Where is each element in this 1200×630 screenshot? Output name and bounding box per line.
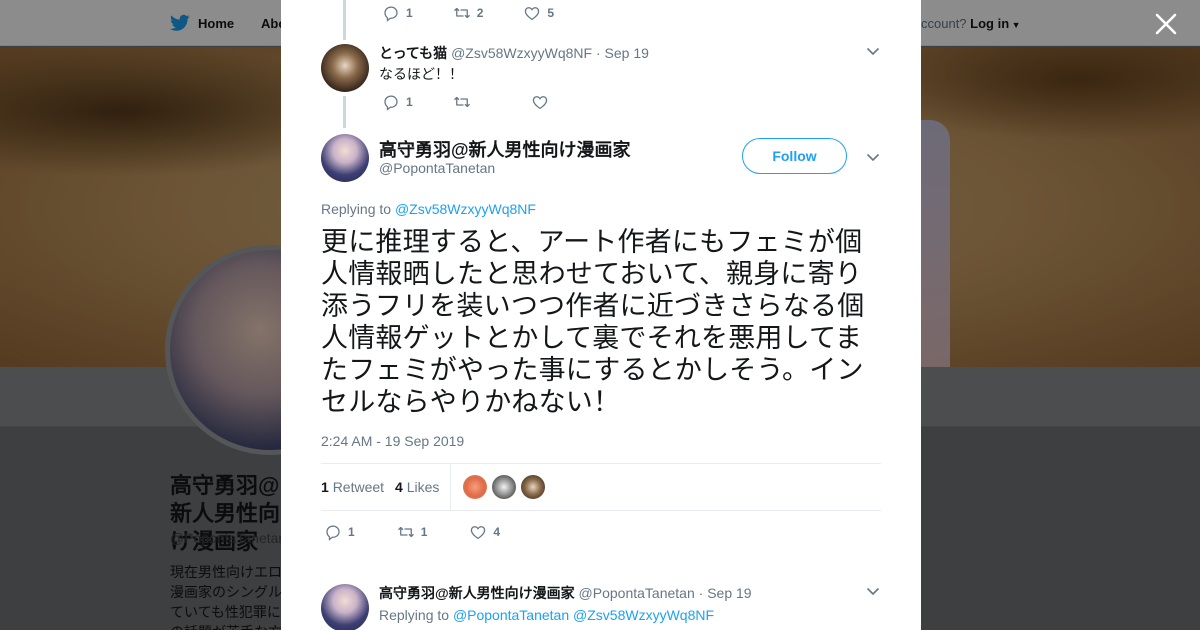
reply-action[interactable]: 1 — [382, 4, 413, 22]
replying-to-label: Replying to — [379, 607, 450, 623]
retweet-action[interactable] — [453, 93, 471, 111]
stats-divider — [450, 464, 451, 511]
retweet-count: 1 — [420, 525, 428, 539]
tweet-permalink-modal: 1 2 5 とっても猫 @Zsv58WzxyyWq8NF · Sep 19 なる… — [281, 0, 921, 630]
reply-icon — [384, 6, 398, 22]
retweet-icon — [397, 526, 414, 538]
replying-to: Replying to @Zsv58WzxyyWq8NF — [321, 201, 536, 217]
follow-button[interactable]: Follow — [742, 138, 847, 174]
tweet-author-name[interactable]: 高守勇羽@新人男性向け漫画家 — [379, 136, 631, 162]
replying-to-link[interactable]: @Zsv58WzxyyWq8NF — [395, 201, 536, 217]
tweet-author-name[interactable]: 高守勇羽@新人男性向け漫画家 — [379, 585, 575, 601]
avatar[interactable] — [321, 584, 369, 630]
reply-action[interactable]: 1 — [382, 93, 413, 111]
avatar[interactable] — [321, 134, 369, 182]
thread-connector-line — [343, 0, 346, 40]
chevron-down-icon[interactable] — [866, 584, 880, 598]
reply-action[interactable]: 1 — [324, 523, 355, 541]
tweet-text: なるほど！！ — [379, 66, 463, 82]
avatar[interactable] — [321, 44, 369, 92]
reply-count: 1 — [348, 525, 355, 539]
liker-avatar[interactable] — [521, 475, 545, 499]
heart-icon — [532, 96, 547, 110]
tweet-author-handle[interactable]: @PopontaTanetan — [579, 585, 695, 601]
like-action[interactable] — [531, 93, 549, 111]
tweet-stats: 1 Retweet 4 Likes — [321, 463, 881, 511]
retweets-stat[interactable]: 1 Retweet — [321, 479, 384, 495]
previous-tweet-actions: 1 2 5 — [382, 4, 584, 22]
likes-count: 4 — [395, 479, 403, 495]
retweets-label: Retweet — [332, 479, 385, 495]
like-count: 4 — [493, 525, 501, 539]
retweet-count: 2 — [476, 6, 484, 20]
tweet-author-name[interactable]: とっても猫 — [379, 45, 447, 61]
like-count: 5 — [547, 6, 555, 20]
retweets-count: 1 — [321, 479, 329, 495]
thread-connector-line — [343, 96, 346, 128]
reply-icon — [384, 95, 398, 111]
tweet-date[interactable]: · Sep 19 — [699, 585, 752, 601]
like-action[interactable]: 4 — [469, 523, 500, 541]
chevron-down-icon[interactable] — [866, 150, 880, 164]
heart-icon — [525, 7, 540, 21]
tweet-timestamp[interactable]: 2:24 AM - 19 Sep 2019 — [321, 433, 464, 449]
likes-stat[interactable]: 4 Likes — [395, 479, 439, 495]
tweet-header: 高守勇羽@新人男性向け漫画家 @PopontaTanetan · Sep 19 — [379, 583, 752, 603]
retweet-action[interactable]: 2 — [453, 4, 484, 22]
reply-count: 1 — [406, 95, 413, 109]
tweet-text: 更に推理すると、アート作者にもフェミが個人情報晒したと思わせておいて、親身に寄り… — [321, 227, 865, 418]
reply-icon — [326, 525, 340, 541]
tweet-actions: 1 1 4 — [324, 523, 530, 541]
close-icon[interactable] — [1154, 12, 1178, 36]
liker-avatar[interactable] — [492, 475, 516, 499]
likes-label: Likes — [406, 479, 440, 495]
tweet-header: とっても猫 @Zsv58WzxyyWq8NF · Sep 19 — [379, 43, 649, 63]
liker-avatar[interactable] — [463, 475, 487, 499]
tweet-date[interactable]: · Sep 19 — [596, 45, 649, 61]
tweet-author-handle[interactable]: @PopontaTanetan — [379, 160, 495, 176]
reply-count: 1 — [406, 6, 413, 20]
retweet-icon — [453, 96, 470, 108]
retweet-icon — [453, 7, 470, 19]
heart-icon — [471, 526, 486, 540]
like-action[interactable]: 5 — [523, 4, 554, 22]
replying-to: Replying to @PopontaTanetan @Zsv58WzxyyW… — [379, 607, 714, 623]
replying-to-link[interactable]: @Zsv58WzxyyWq8NF — [573, 607, 714, 623]
tweet-author-handle[interactable]: @Zsv58WzxyyWq8NF — [451, 45, 592, 61]
chevron-down-icon[interactable] — [866, 44, 880, 58]
tweet-actions: 1 — [382, 93, 579, 111]
replying-to-label: Replying to — [321, 201, 392, 217]
replying-to-link[interactable]: @PopontaTanetan — [453, 607, 569, 623]
retweet-action[interactable]: 1 — [397, 523, 428, 541]
